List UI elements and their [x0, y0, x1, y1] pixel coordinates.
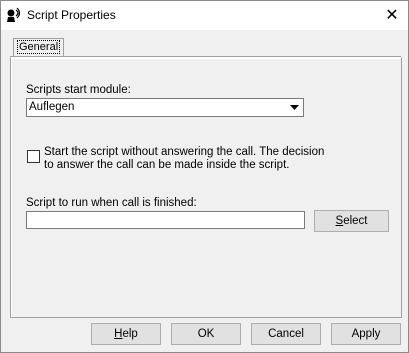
- select-button[interactable]: Select: [314, 210, 389, 232]
- apply-button-label: Apply: [351, 328, 381, 340]
- finish-script-label: Script to run when call is finished:: [26, 197, 197, 209]
- select-button-label: elect: [343, 215, 368, 227]
- finish-script-input[interactable]: [26, 211, 305, 229]
- title-bar[interactable]: Script Properties ✕: [1, 1, 408, 30]
- dropdown-arrow-icon[interactable]: [287, 100, 302, 115]
- checkbox-label-line1: Start the script without answering the c…: [44, 146, 325, 158]
- start-module-value: Auflegen: [29, 101, 75, 113]
- ok-button[interactable]: OK: [171, 323, 241, 345]
- start-module-dropdown[interactable]: Auflegen: [26, 98, 304, 117]
- cancel-button-label: Cancel: [268, 328, 304, 340]
- start-module-label: Scripts start module:: [26, 84, 131, 96]
- start-without-answer-checkbox[interactable]: [27, 150, 40, 163]
- apply-button[interactable]: Apply: [331, 323, 401, 345]
- help-button-label: elp: [122, 328, 138, 340]
- select-button-mnemonic: S: [335, 215, 344, 227]
- script-properties-dialog: Script Properties ✕ General Scripts star…: [0, 0, 409, 353]
- general-tab-panel: [10, 57, 402, 318]
- help-button[interactable]: Help: [91, 323, 161, 345]
- tab-general[interactable]: General: [13, 38, 65, 56]
- window-title: Script Properties: [27, 8, 116, 22]
- close-icon: ✕: [385, 7, 399, 24]
- ok-button-label: OK: [197, 328, 215, 340]
- checkbox-label-line2: to answer the call can be made inside th…: [44, 159, 290, 171]
- close-button[interactable]: ✕: [377, 2, 407, 28]
- help-button-mnemonic: H: [114, 328, 123, 340]
- tab-general-label: General: [17, 40, 61, 54]
- tab-strip-line: [10, 56, 401, 57]
- cancel-button[interactable]: Cancel: [251, 323, 321, 345]
- app-icon: [6, 7, 22, 23]
